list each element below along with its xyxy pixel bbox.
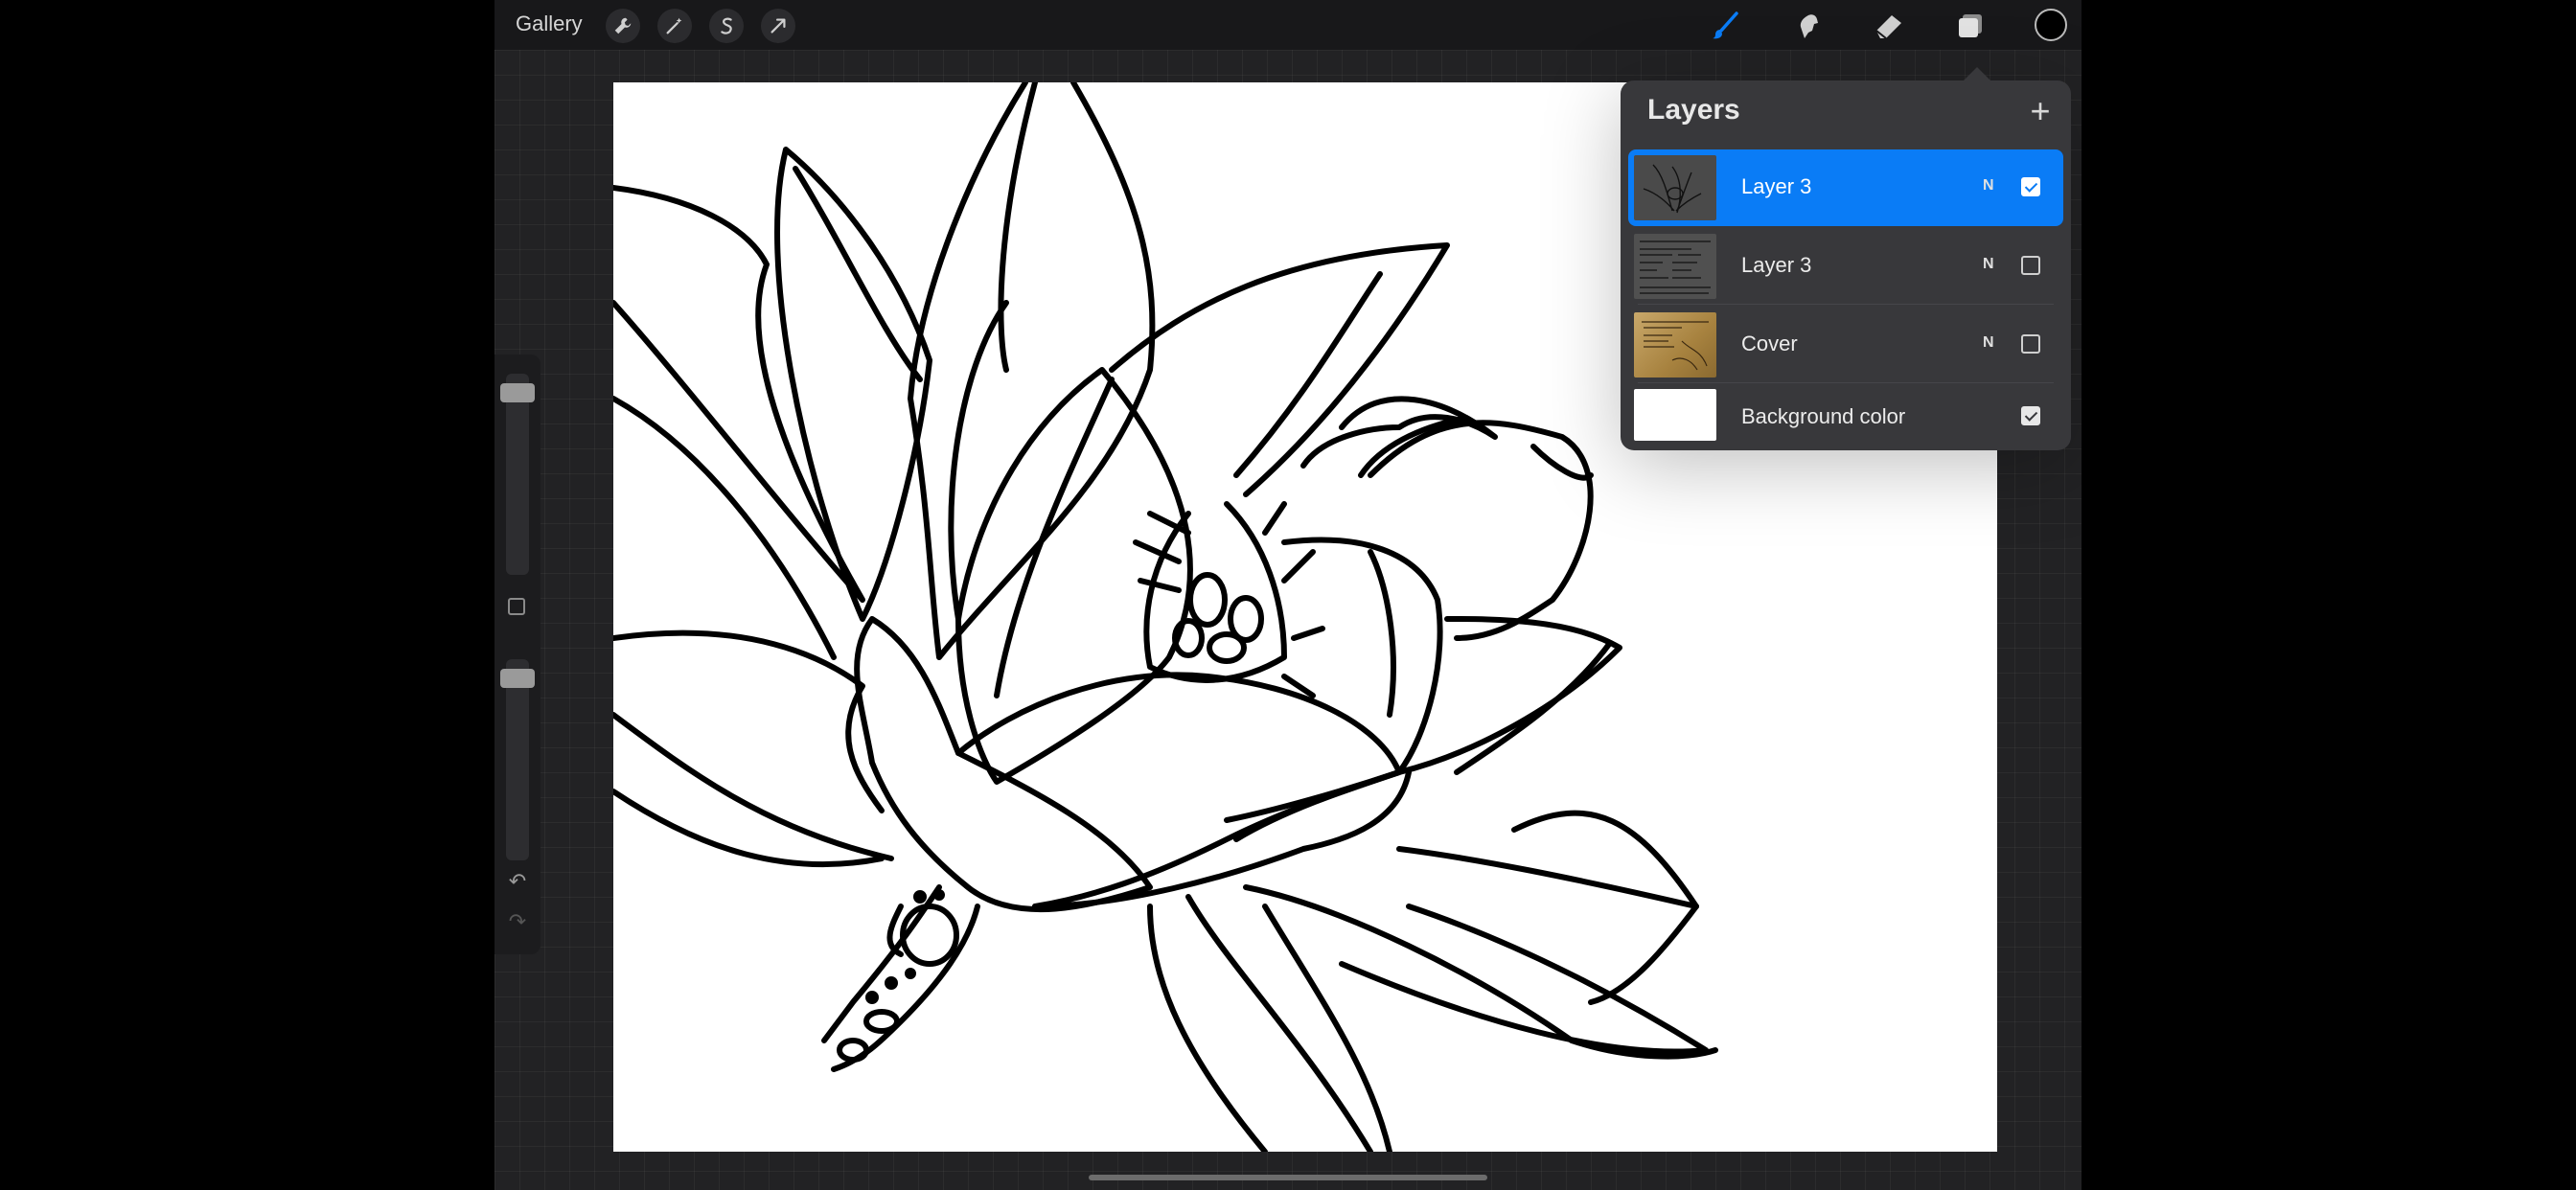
layer-thumbnail: [1634, 312, 1716, 378]
brush-tool-button[interactable]: [1706, 8, 1744, 44]
redo-icon[interactable]: ↷: [506, 910, 529, 933]
brush-size-thumb[interactable]: [500, 383, 535, 402]
divider: [1638, 382, 2054, 383]
divider: [1638, 304, 2054, 305]
layer-thumbnail: [1634, 234, 1716, 299]
procreate-app: Gallery ↶ ↷ Layers + Layer 3 N Layer 3 N…: [494, 0, 2082, 1190]
gallery-button[interactable]: Gallery: [516, 11, 583, 36]
layers-tool-button[interactable]: [1951, 8, 1990, 44]
opacity-slider[interactable]: [500, 659, 535, 860]
layer-row[interactable]: Background color: [1628, 385, 2063, 448]
layer-name: Background color: [1741, 404, 1906, 428]
layer-name: Cover: [1741, 332, 1798, 355]
layers-panel: Layers + Layer 3 N Layer 3 N Cover N Bac…: [1621, 67, 2071, 450]
layer-name: Layer 3: [1741, 174, 1812, 198]
visibility-checkbox[interactable]: [2021, 334, 2040, 354]
brush-size-slider[interactable]: [500, 374, 535, 575]
blend-mode-button[interactable]: N: [1983, 334, 1994, 352]
eraser-icon: [1875, 15, 1901, 39]
brush-icon: [1713, 11, 1738, 39]
layer-name: Layer 3: [1741, 253, 1812, 277]
eraser-tool-button[interactable]: [1870, 8, 1908, 44]
layers-panel-title: Layers: [1647, 94, 1740, 126]
home-indicator[interactable]: [1089, 1175, 1487, 1180]
layer-row[interactable]: Layer 3 N: [1628, 149, 2063, 226]
selection-s-icon: [721, 17, 732, 34]
visibility-checkbox[interactable]: [2021, 177, 2040, 196]
opacity-thumb[interactable]: [500, 669, 535, 688]
undo-icon[interactable]: ↶: [506, 870, 529, 893]
blend-mode-button[interactable]: N: [1983, 177, 1994, 195]
plus-icon[interactable]: +: [2023, 94, 2058, 128]
layer-thumbnail: [1634, 155, 1716, 220]
top-toolbar: Gallery: [494, 0, 2082, 50]
color-picker-button[interactable]: [2035, 9, 2067, 41]
visibility-checkbox[interactable]: [2021, 256, 2040, 275]
layers-icon: [1959, 14, 1982, 37]
layer-row[interactable]: Cover N: [1628, 307, 2063, 383]
selection-button[interactable]: [709, 9, 744, 43]
magic-wand-icon: [666, 17, 682, 34]
smudge-tool-button[interactable]: [1788, 8, 1827, 44]
blend-mode-button[interactable]: N: [1983, 256, 1994, 273]
visibility-checkbox[interactable]: [2021, 406, 2040, 425]
modify-button[interactable]: [508, 598, 525, 615]
layer-thumbnail: [1634, 389, 1716, 441]
transform-arrow-icon: [770, 18, 786, 34]
actions-button[interactable]: [606, 9, 640, 43]
left-sidebar: ↶ ↷: [494, 355, 540, 954]
smudge-icon: [1800, 14, 1818, 39]
layer-row[interactable]: Layer 3 N: [1628, 228, 2063, 305]
wrench-icon: [614, 17, 632, 34]
adjustments-button[interactable]: [657, 9, 692, 43]
transform-button[interactable]: [761, 9, 795, 43]
